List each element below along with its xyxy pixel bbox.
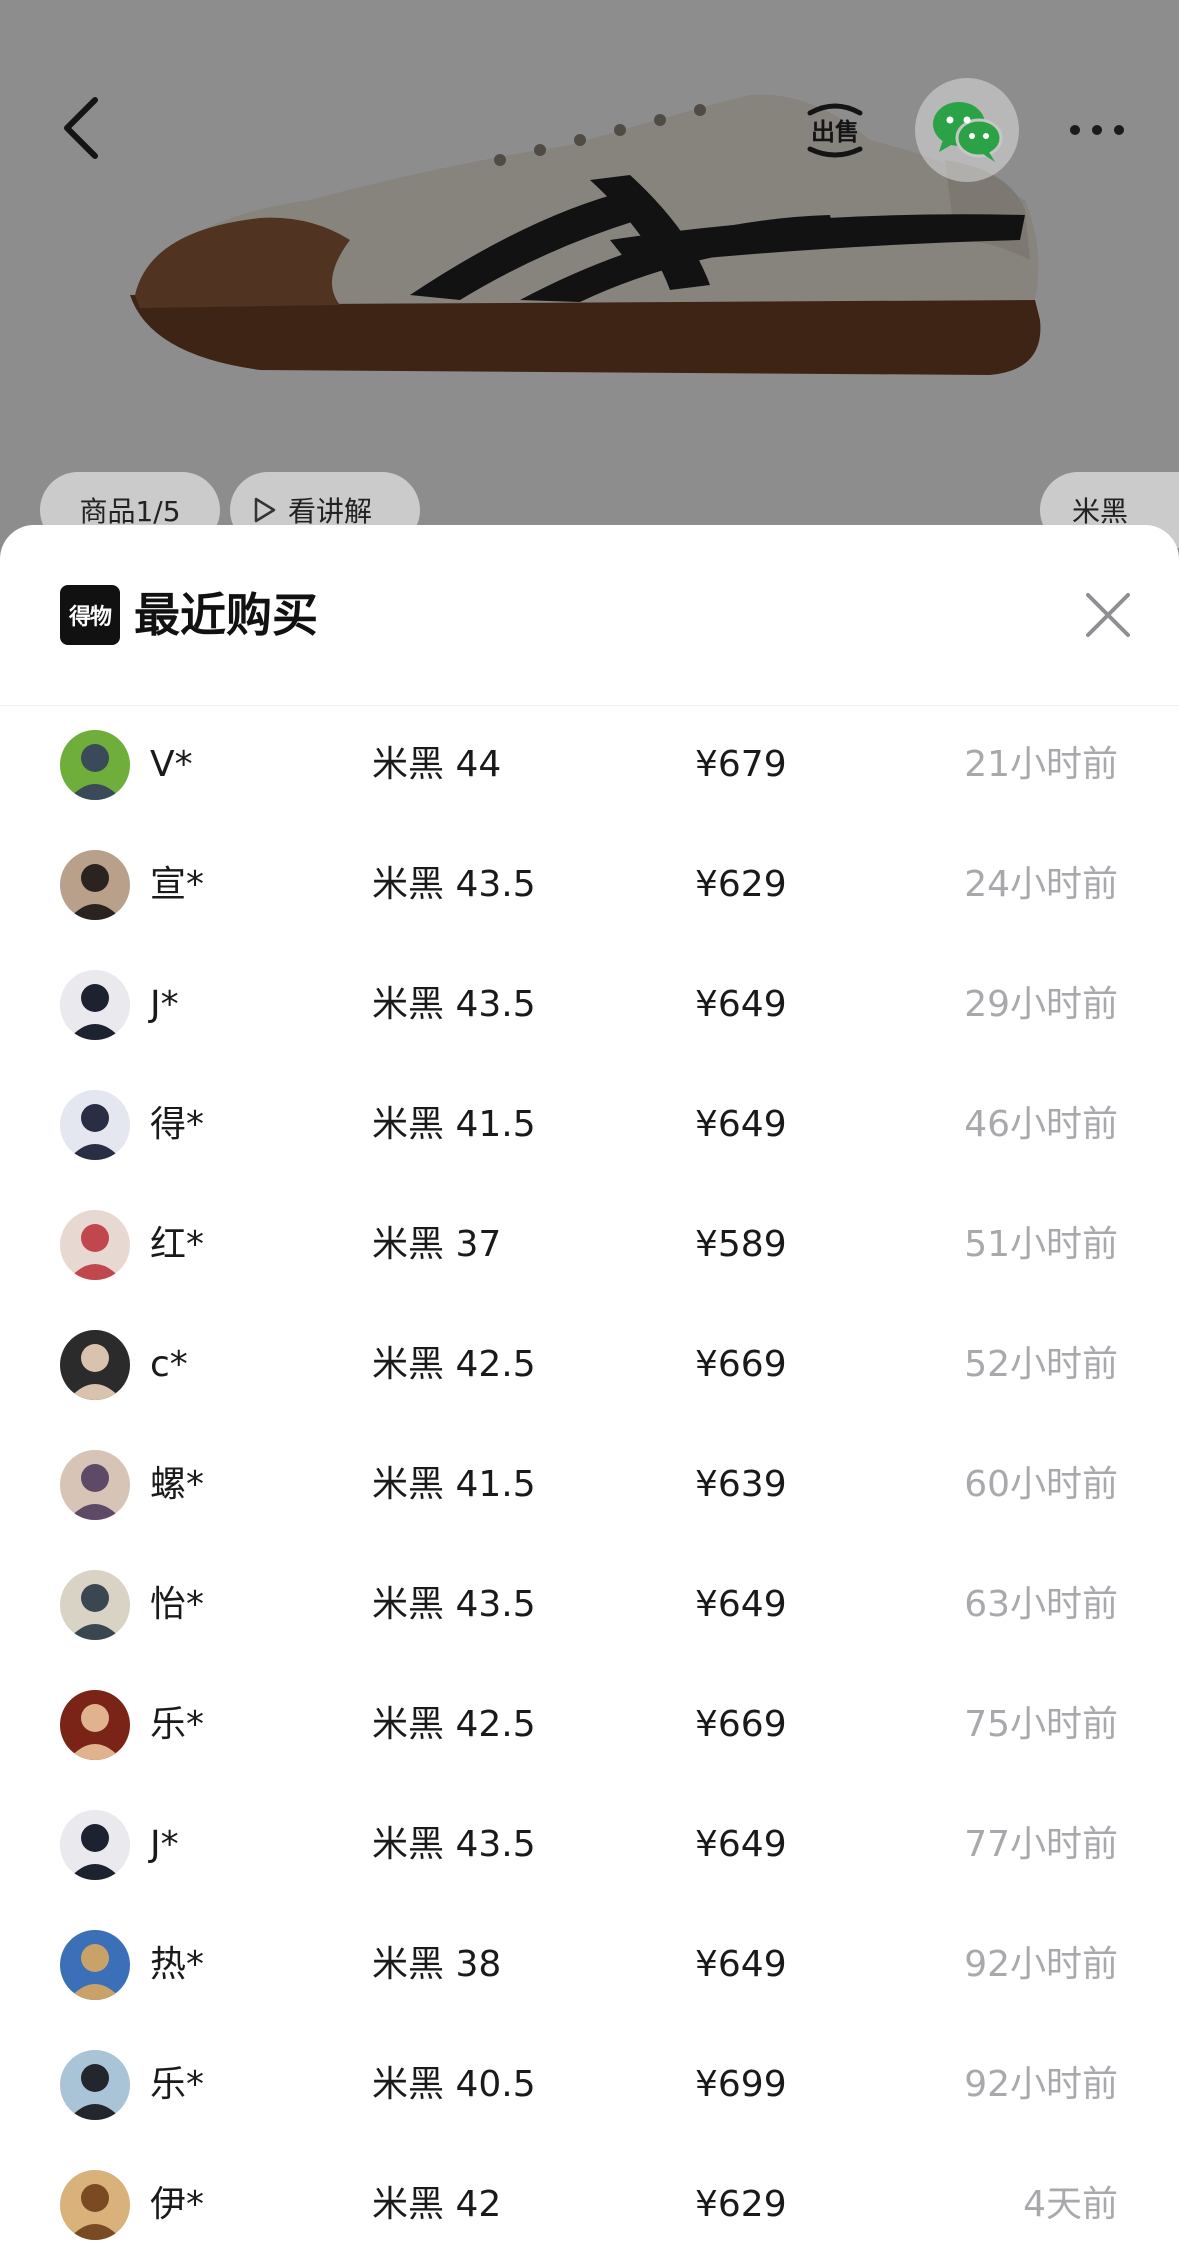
- avatar: [60, 1690, 130, 1760]
- purchase-time: 92小时前: [964, 1944, 1118, 1985]
- purchase-price: ¥589: [695, 1224, 787, 1265]
- purchase-row: 宣* 米黑 43.5 ¥629 24小时前: [0, 825, 1179, 945]
- purchase-spec: 米黑 38: [372, 1944, 502, 1985]
- product-image-area[interactable]: 出售 商品1/5 看讲解 米黑: [0, 0, 1179, 560]
- purchase-price: ¥639: [695, 1464, 787, 1505]
- purchase-time: 21小时前: [964, 744, 1118, 785]
- purchase-spec: 米黑 37: [372, 1224, 502, 1265]
- sheet-title: 最近购买: [134, 588, 318, 642]
- purchase-list[interactable]: V* 米黑 44 ¥679 21小时前宣* 米黑 43.5 ¥629 24小时前 J* 米黑 4…: [0, 705, 1179, 2259]
- close-button[interactable]: [1080, 587, 1136, 643]
- purchase-time: 77小时前: [964, 1824, 1118, 1865]
- purchase-spec: 米黑 42.5: [372, 1344, 536, 1385]
- dewu-logo: 得物: [60, 585, 120, 645]
- purchase-spec: 米黑 42.5: [372, 1704, 536, 1745]
- purchase-spec: 米黑 41.5: [372, 1464, 536, 1505]
- purchase-user-name: 红*: [150, 1224, 205, 1265]
- purchase-price: ¥669: [695, 1704, 787, 1745]
- purchase-spec: 米黑 41.5: [372, 1104, 536, 1145]
- product-index-label: 商品1/5: [79, 495, 181, 528]
- purchase-row: 得* 米黑 41.5 ¥649 46小时前: [0, 1065, 1179, 1185]
- purchase-user-name: 螺*: [150, 1464, 205, 1505]
- purchase-user-name: V*: [150, 744, 193, 785]
- purchase-price: ¥649: [695, 1824, 787, 1865]
- purchase-user-name: c*: [150, 1344, 188, 1385]
- purchase-time: 60小时前: [964, 1464, 1118, 1505]
- purchase-price: ¥679: [695, 744, 787, 785]
- purchase-time: 24小时前: [964, 864, 1118, 905]
- purchase-user-name: J*: [150, 1824, 179, 1865]
- avatar: [60, 1210, 130, 1280]
- avatar: [60, 1330, 130, 1400]
- purchase-price: ¥649: [695, 1584, 787, 1625]
- purchase-row: J* 米黑 43.5 ¥649 77小时前: [0, 1785, 1179, 1905]
- more-button[interactable]: [1066, 110, 1128, 150]
- purchase-row: V* 米黑 44 ¥679 21小时前: [0, 705, 1179, 825]
- purchase-price: ¥699: [695, 2064, 787, 2105]
- avatar: [60, 850, 130, 920]
- purchase-row: 螺* 米黑 41.5 ¥639 60小时前: [0, 1425, 1179, 1545]
- purchase-price: ¥649: [695, 1944, 787, 1985]
- purchase-time: 4天前: [1023, 2184, 1118, 2225]
- purchase-user-name: 伊*: [150, 2184, 205, 2225]
- purchase-time: 75小时前: [964, 1704, 1118, 1745]
- back-button[interactable]: [55, 88, 115, 168]
- purchase-row: 乐* 米黑 40.5 ¥699 92小时前: [0, 2025, 1179, 2145]
- purchase-spec: 米黑 43.5: [372, 1584, 536, 1625]
- avatar: [60, 1930, 130, 2000]
- avatar: [60, 1570, 130, 1640]
- purchase-user-name: 乐*: [150, 1704, 205, 1745]
- purchase-spec: 米黑 43.5: [372, 864, 536, 905]
- avatar: [60, 970, 130, 1040]
- share-wechat-button[interactable]: [915, 78, 1019, 182]
- purchase-user-name: 热*: [150, 1944, 205, 1985]
- purchase-row: c* 米黑 42.5 ¥669 52小时前: [0, 1305, 1179, 1425]
- purchase-row: 怡* 米黑 43.5 ¥649 63小时前: [0, 1545, 1179, 1665]
- purchase-time: 29小时前: [964, 984, 1118, 1025]
- purchase-spec: 米黑 43.5: [372, 984, 536, 1025]
- avatar: [60, 2050, 130, 2120]
- purchase-time: 51小时前: [964, 1224, 1118, 1265]
- purchase-spec: 米黑 44: [372, 744, 502, 785]
- purchase-row: J* 米黑 43.5 ¥649 29小时前: [0, 945, 1179, 1065]
- purchase-price: ¥629: [695, 864, 787, 905]
- purchase-user-name: 怡*: [150, 1584, 205, 1625]
- purchase-time: 63小时前: [964, 1584, 1118, 1625]
- sheet-header: 得物 最近购买: [0, 525, 1179, 706]
- svg-text:出售: 出售: [811, 118, 859, 146]
- watch-explain-label: 看讲解: [288, 495, 373, 528]
- purchase-price: ¥629: [695, 2184, 787, 2225]
- chevron-left-icon: [64, 97, 98, 159]
- avatar: [60, 730, 130, 800]
- purchase-user-name: 乐*: [150, 2064, 205, 2105]
- purchase-user-name: 宣*: [150, 864, 205, 905]
- wechat-icon: [933, 102, 1003, 162]
- avatar: [60, 1450, 130, 1520]
- purchase-spec: 米黑 40.5: [372, 2064, 536, 2105]
- purchase-user-name: 得*: [150, 1104, 205, 1145]
- avatar: [60, 2170, 130, 2240]
- sell-icon: 出售: [807, 103, 863, 158]
- purchase-price: ¥649: [695, 984, 787, 1025]
- color-label: 米黑: [1072, 495, 1129, 528]
- close-icon: [1086, 593, 1130, 637]
- avatar: [60, 1090, 130, 1160]
- purchase-price: ¥649: [695, 1104, 787, 1145]
- avatar: [60, 1810, 130, 1880]
- purchase-user-name: J*: [150, 984, 179, 1025]
- purchase-spec: 米黑 43.5: [372, 1824, 536, 1865]
- sell-button[interactable]: 出售: [800, 95, 870, 165]
- purchase-row: 乐* 米黑 42.5 ¥669 75小时前: [0, 1665, 1179, 1785]
- purchase-row: 红* 米黑 37 ¥589 51小时前: [0, 1185, 1179, 1305]
- purchase-row: 热* 米黑 38 ¥649 92小时前: [0, 1905, 1179, 2025]
- purchase-row: 伊* 米黑 42 ¥629 4天前: [0, 2145, 1179, 2259]
- purchase-time: 92小时前: [964, 2064, 1118, 2105]
- purchase-spec: 米黑 42: [372, 2184, 502, 2225]
- purchase-time: 46小时前: [964, 1104, 1118, 1145]
- purchase-time: 52小时前: [964, 1344, 1118, 1385]
- purchase-price: ¥669: [695, 1344, 787, 1385]
- play-icon: [254, 497, 276, 523]
- recent-purchases-sheet: 得物 最近购买 V* 米黑 44 ¥679 21小时前宣* 米黑 43.5 ¥629 24小…: [0, 525, 1179, 2259]
